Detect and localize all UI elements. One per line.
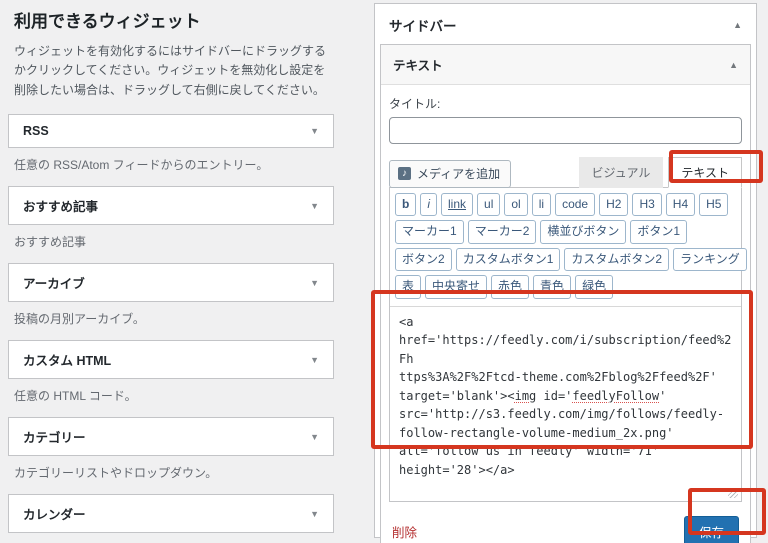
editor-mode-tabs: ビジュアル テキスト (578, 157, 742, 188)
page-description: ウィジェットを有効化するにはサイドバーにドラッグするかクリックしてください。ウィ… (14, 44, 327, 97)
widget-title: おすすめ記事 (23, 200, 99, 215)
toolbar-button-ボタン1[interactable]: ボタン1 (630, 220, 688, 244)
widget-description: カテゴリーリストやドロップダウン。 (14, 466, 218, 481)
toolbar-button-緑色[interactable]: 緑色 (575, 275, 614, 299)
toolbar-button-ランキング[interactable]: ランキング (673, 247, 747, 272)
chevron-down-icon[interactable]: ▼ (310, 432, 319, 442)
page-title: 利用できるウィジェット (14, 12, 201, 31)
toolbar-button-H4[interactable]: H4 (665, 193, 696, 217)
sidebar-panel-title: サイドバー (389, 19, 457, 34)
available-widgets-panel: 利用できるウィジェット ウィジェットを有効化するにはサイドバーにドラッグするかク… (8, 2, 334, 543)
toolbar-button-b[interactable]: b (395, 193, 417, 217)
widgets-admin-page: 利用できるウィジェット ウィジェットを有効化するにはサイドバーにドラッグするかク… (0, 0, 768, 543)
toolbar-button-カスタムボタン2[interactable]: カスタムボタン2 (564, 247, 670, 272)
toolbar-button-マーカー2[interactable]: マーカー2 (467, 220, 537, 244)
add-media-button[interactable]: ♪ メディアを追加 (389, 160, 512, 188)
toolbar-button-マーカー1[interactable]: マーカー1 (395, 220, 464, 244)
textarea-resize-handle-icon[interactable] (728, 487, 738, 498)
widget-description: 任意の RSS/Atom フィードからのエントリー。 (14, 158, 269, 173)
widget-box[interactable]: カレンダー ▼ (8, 494, 334, 534)
text-widget: テキスト ▲ タイトル: ♪ メディアを追加 ビジュアル テキスト b i li… (380, 44, 751, 543)
toolbar-button-ol[interactable]: ol (504, 193, 528, 217)
text-widget-title: テキスト (393, 59, 443, 73)
collapse-arrow-icon[interactable]: ▲ (729, 60, 738, 70)
widget-footer: 削除 保存 (389, 515, 742, 543)
widget-description: おすすめ記事 (14, 235, 87, 250)
widget-title: カレンダー (23, 508, 86, 523)
widget-title: アーカイブ (23, 277, 85, 292)
toolbar-button-ul[interactable]: ul (477, 193, 501, 217)
title-field-label: タイトル: (389, 97, 441, 111)
widget-box[interactable]: RSS ▼ (8, 114, 334, 149)
widget-description: 任意の HTML コード。 (14, 389, 137, 404)
add-media-label: メディアを追加 (417, 167, 501, 181)
toolbar-button-横並びボタン[interactable]: 横並びボタン (540, 220, 627, 244)
widget-box[interactable]: カスタム HTML ▼ (8, 340, 334, 380)
toolbar-button-青色[interactable]: 青色 (533, 275, 572, 299)
toolbar-button-i[interactable]: i (420, 193, 438, 217)
save-button[interactable]: 保存 (683, 515, 739, 543)
toolbar-button-H3[interactable]: H3 (632, 193, 662, 217)
media-icon: ♪ (398, 167, 411, 180)
text-widget-header[interactable]: テキスト ▲ (381, 45, 750, 85)
widget-description: 投稿の月別アーカイブ。 (14, 312, 145, 327)
widget-code-textarea[interactable]: <a href='https://feedly.com/i/subscripti… (390, 307, 741, 501)
sidebar-panel: サイドバー ▲ テキスト ▲ タイトル: ♪ メディアを追加 ビジュアル テキス… (374, 3, 757, 543)
media-row: ♪ メディアを追加 ビジュアル テキスト (389, 157, 742, 188)
text-editor-container: b i link ul ol li code H2 H3 H4 H5 マーカー1 マーカー2 横並びボタン… (389, 187, 747, 502)
toolbar-button-H2[interactable]: H2 (599, 193, 629, 217)
title-input[interactable] (389, 117, 742, 144)
toolbar-button-中央寄せ[interactable]: 中央寄せ (425, 275, 488, 299)
widget-title: カスタム HTML (23, 354, 112, 369)
toolbar-button-表[interactable]: 表 (395, 275, 422, 299)
chevron-down-icon[interactable]: ▼ (310, 278, 319, 288)
text-widget-body: タイトル: ♪ メディアを追加 ビジュアル テキスト b i link ul ol li c… (381, 85, 750, 543)
chevron-down-icon[interactable]: ▼ (310, 126, 319, 136)
toolbar-button-li[interactable]: li (531, 193, 552, 217)
sidebar-panel-header[interactable]: サイドバー ▲ (375, 4, 756, 44)
toolbar-button-H5[interactable]: H5 (699, 193, 729, 217)
toolbar-button-ボタン2[interactable]: ボタン2 (395, 247, 452, 272)
available-widgets-list: RSS ▼ 任意の RSS/Atom フィードからのエントリー。 おすすめ記事 … (8, 114, 334, 543)
chevron-down-icon[interactable]: ▼ (310, 201, 319, 211)
delete-link[interactable]: 削除 (392, 522, 417, 541)
widget-box[interactable]: おすすめ記事 ▼ (8, 186, 334, 226)
quicktags-toolbar: b i link ul ol li code H2 H3 H4 H5 マーカー1 マーカー2 横並びボタン… (390, 188, 747, 307)
tab-visual[interactable]: ビジュアル (578, 157, 664, 188)
widget-box[interactable]: カテゴリー ▼ (8, 417, 334, 457)
toolbar-button-link[interactable]: link (441, 193, 474, 217)
toolbar-button-code[interactable]: code (555, 193, 596, 217)
toolbar-button-赤色[interactable]: 赤色 (491, 275, 530, 299)
widget-box[interactable]: アーカイブ ▼ (8, 263, 334, 303)
toolbar-button-カスタムボタン1[interactable]: カスタムボタン1 (455, 247, 561, 272)
tab-text[interactable]: テキスト (668, 157, 742, 188)
widget-title: カテゴリー (23, 431, 86, 446)
widget-title: RSS (23, 124, 49, 139)
chevron-down-icon[interactable]: ▼ (310, 355, 319, 365)
collapse-arrow-icon[interactable]: ▲ (733, 20, 742, 30)
chevron-down-icon[interactable]: ▼ (310, 509, 319, 519)
